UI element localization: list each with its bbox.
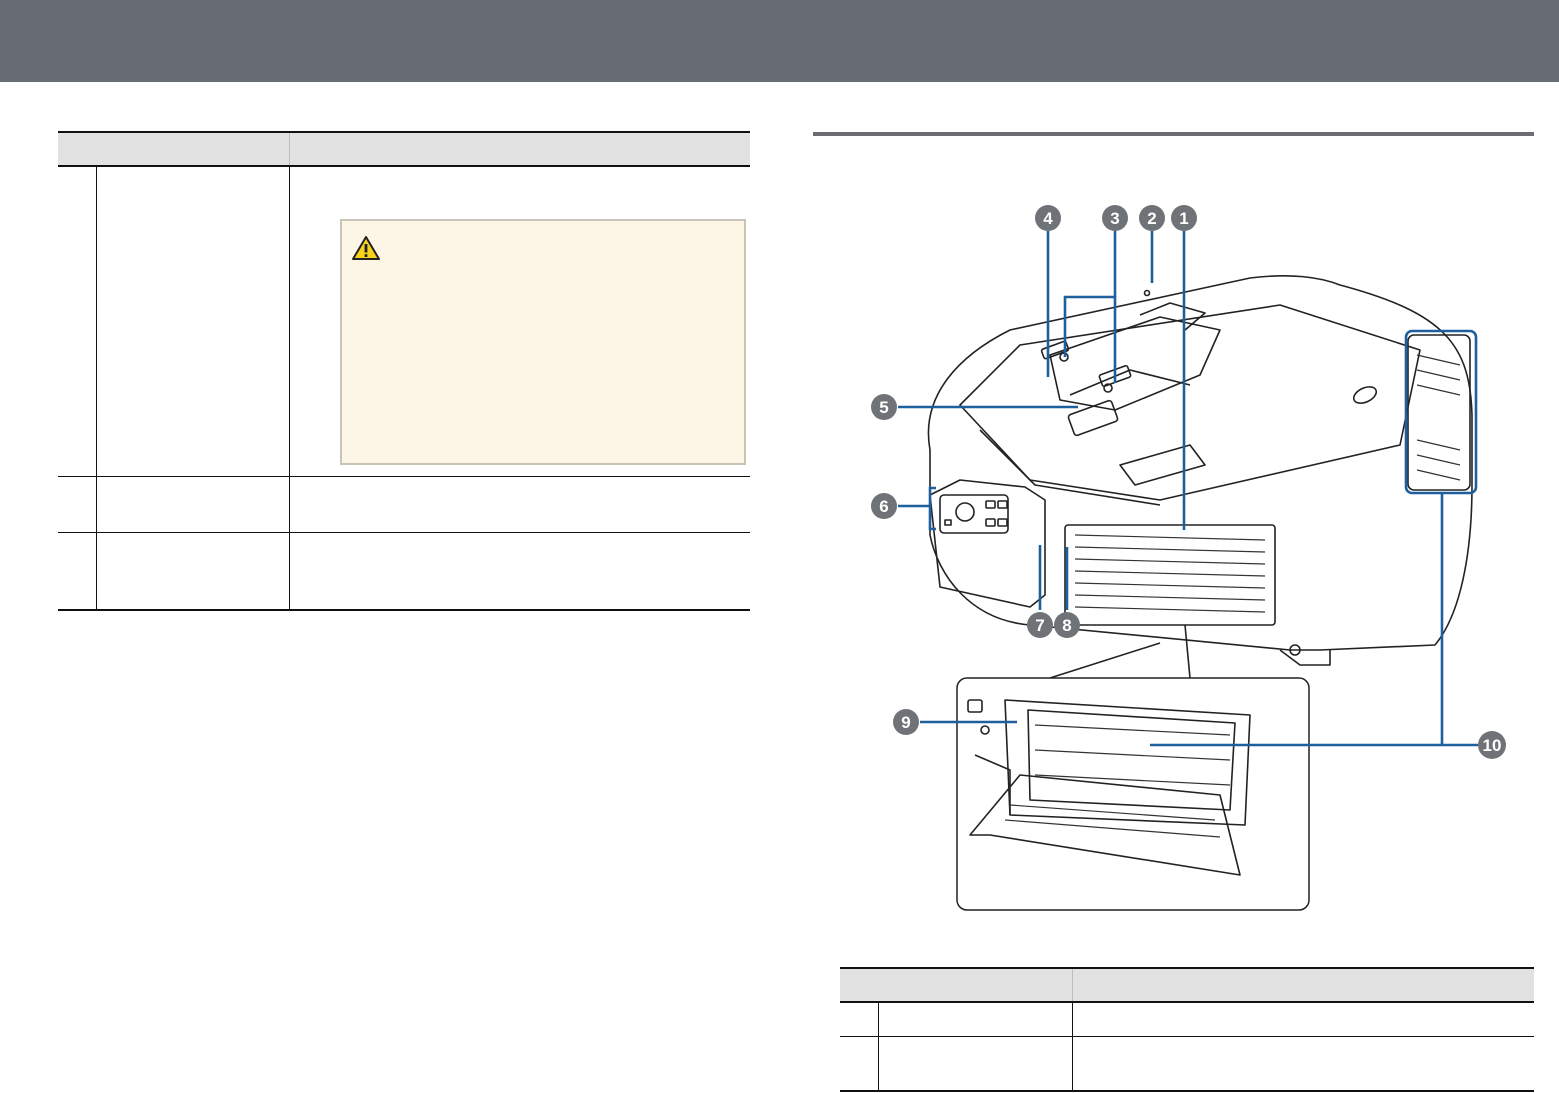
row-number-cell xyxy=(58,532,97,611)
projector-illustration: 1 2 3 4 5 6 7 8 9 10 xyxy=(871,205,1506,911)
row-function-cell xyxy=(289,532,750,611)
row-number-cell xyxy=(58,166,97,477)
table-header-row xyxy=(840,967,1534,1003)
callout-6: 6 xyxy=(871,493,897,519)
svg-text:7: 7 xyxy=(1035,616,1044,635)
callout-3: 3 xyxy=(1102,205,1128,231)
callout-7: 7 xyxy=(1027,612,1053,638)
table-row xyxy=(58,166,750,477)
page-header-bar xyxy=(0,0,1559,82)
row-number-cell xyxy=(840,1002,879,1037)
svg-text:6: 6 xyxy=(879,497,888,516)
table-row xyxy=(840,1036,1534,1092)
svg-text:5: 5 xyxy=(879,398,888,417)
header-name-cell xyxy=(58,131,289,167)
row-function-cell xyxy=(1072,1036,1534,1092)
spec-table-right xyxy=(840,967,1534,1092)
callout-2: 2 xyxy=(1139,205,1165,231)
table-row xyxy=(58,532,750,611)
svg-text:1: 1 xyxy=(1179,209,1188,228)
svg-text:2: 2 xyxy=(1147,209,1156,228)
header-name-cell xyxy=(840,967,1072,1003)
warning-box xyxy=(339,219,746,465)
svg-text:8: 8 xyxy=(1062,616,1071,635)
table-header-row xyxy=(58,131,750,167)
spec-table-left xyxy=(58,131,750,611)
callout-4: 4 xyxy=(1035,205,1061,231)
callout-5: 5 xyxy=(871,394,897,420)
svg-text:4: 4 xyxy=(1043,209,1053,228)
section-rule xyxy=(813,132,1534,136)
svg-text:10: 10 xyxy=(1483,736,1502,755)
row-function-cell xyxy=(289,166,750,477)
table-row xyxy=(58,476,750,533)
row-number-cell xyxy=(58,476,97,533)
callout-9: 9 xyxy=(893,709,919,735)
row-name-cell xyxy=(878,1036,1073,1092)
table-row xyxy=(840,1002,1534,1037)
header-function-cell xyxy=(1071,967,1534,1003)
row-name-cell xyxy=(878,1002,1073,1037)
row-name-cell xyxy=(96,476,290,533)
row-name-cell xyxy=(96,532,290,611)
row-name-cell xyxy=(96,166,290,477)
warning-triangle-icon xyxy=(351,236,380,260)
svg-text:9: 9 xyxy=(901,713,910,732)
svg-text:3: 3 xyxy=(1110,209,1119,228)
callout-1: 1 xyxy=(1171,205,1197,231)
row-number-cell xyxy=(840,1036,879,1092)
callout-10: 10 xyxy=(1478,731,1506,759)
header-function-cell xyxy=(288,131,750,167)
callout-8: 8 xyxy=(1054,612,1080,638)
row-function-cell xyxy=(1072,1002,1534,1037)
row-function-cell xyxy=(289,476,750,533)
